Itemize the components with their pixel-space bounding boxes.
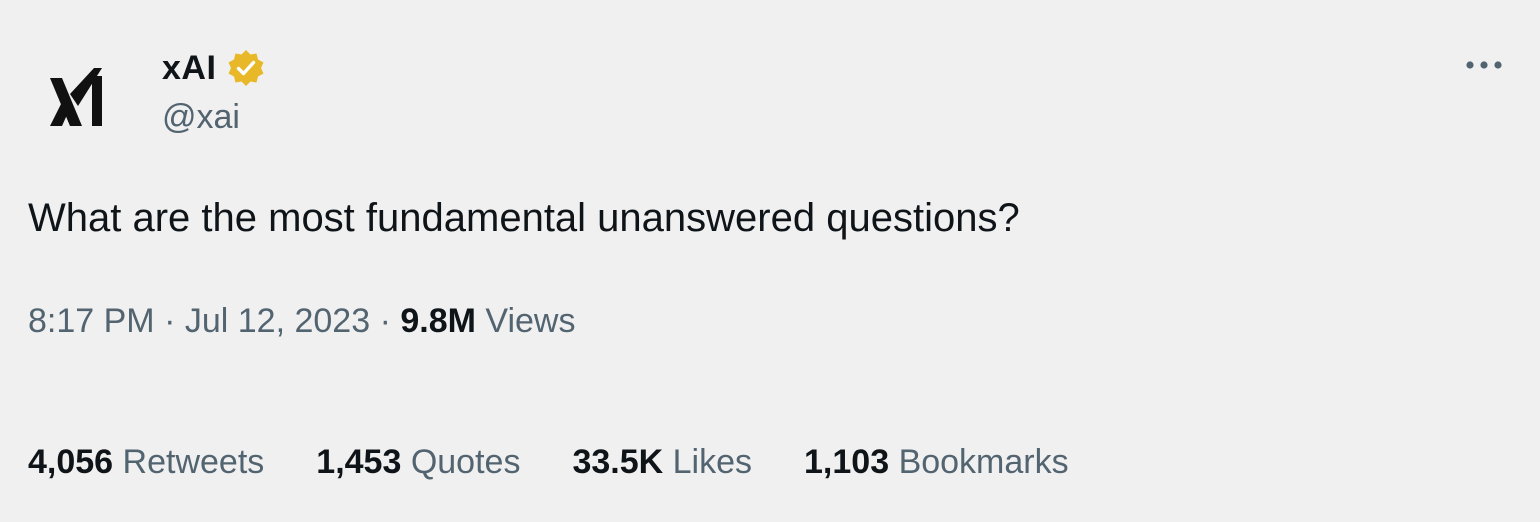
more-options-button[interactable]	[1462, 50, 1506, 80]
stat-label: Bookmarks	[898, 443, 1069, 481]
views-count: 9.8M	[400, 302, 476, 340]
more-horizontal-icon	[1466, 61, 1502, 69]
meta-separator: ·	[379, 302, 391, 340]
avatar[interactable]	[30, 48, 126, 144]
tweet-card: xAI @xai What are the most fundamental u…	[0, 0, 1540, 522]
author-display-name[interactable]: xAI	[162, 49, 216, 88]
meta-separator: ·	[164, 302, 176, 340]
stat-count: 1,103	[804, 443, 890, 481]
stat-bookmarks[interactable]: 1,103 Bookmarks	[804, 443, 1069, 482]
stat-quotes[interactable]: 1,453 Quotes	[316, 443, 520, 482]
stat-label: Retweets	[122, 443, 265, 481]
stat-count: 4,056	[28, 443, 114, 481]
stat-retweets[interactable]: 4,056 Retweets	[28, 443, 264, 482]
tweet-text: What are the most fundamental unanswered…	[28, 196, 1020, 240]
stat-count: 33.5K	[572, 443, 664, 481]
stat-label: Quotes	[410, 443, 521, 481]
stat-likes[interactable]: 33.5K Likes	[572, 443, 752, 482]
author-name-row: xAI	[162, 44, 266, 92]
views-label: Views	[485, 302, 576, 340]
tweet-time[interactable]: 8:17 PM	[28, 302, 155, 340]
author-block: xAI @xai	[162, 44, 266, 137]
stat-count: 1,453	[316, 443, 402, 481]
verified-badge-icon[interactable]	[226, 48, 266, 88]
engagement-stats: 4,056 Retweets 1,453 Quotes 33.5K Likes …	[28, 443, 1069, 482]
stat-label: Likes	[672, 443, 753, 481]
tweet-date[interactable]: Jul 12, 2023	[185, 302, 370, 340]
author-handle[interactable]: @xai	[162, 98, 266, 137]
xai-logo-icon	[50, 68, 102, 126]
tweet-meta: 8:17 PM · Jul 12, 2023 · 9.8M Views	[28, 302, 576, 341]
